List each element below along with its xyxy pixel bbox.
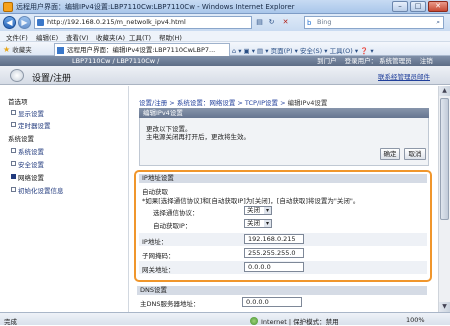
favorites-bar: ★ 收藏夹 远程用户界面：编辑IPv4设置:LBP7110CwLBP7... ⌂… bbox=[0, 42, 450, 56]
ip-address-row: IP地址： 192.168.0.215 bbox=[139, 233, 427, 246]
sidebar-section-system: 系统设置 bbox=[8, 135, 34, 143]
logout-link[interactable]: 注销 bbox=[420, 57, 433, 65]
sidebar-item-network[interactable]: 网络设置 bbox=[11, 172, 44, 182]
menu-help[interactable]: 帮助(H) bbox=[159, 32, 182, 42]
crumb-network[interactable]: 系统设置：网络设置 bbox=[177, 99, 236, 107]
subnet-row: 子网掩码： 255.255.255.0 bbox=[139, 247, 427, 260]
status-bar: 完成 Internet | 保护模式：禁用 100% bbox=[0, 312, 450, 326]
zoom-level[interactable]: 100% bbox=[406, 316, 425, 324]
crumb-separator: > bbox=[237, 99, 243, 107]
maximize-button[interactable]: □ bbox=[410, 1, 426, 12]
back-icon[interactable]: ◀ bbox=[3, 16, 16, 29]
close-button[interactable]: ✕ bbox=[428, 1, 448, 12]
globe-icon bbox=[250, 317, 258, 325]
autoip-row: 自动获取IP： 关闭 bbox=[139, 219, 427, 230]
stop-icon[interactable]: ✕ bbox=[280, 17, 291, 28]
compat-view-icon[interactable]: ▤ bbox=[254, 17, 265, 28]
settings-icon bbox=[10, 69, 24, 82]
ip-address-input[interactable]: 192.168.0.215 bbox=[244, 234, 304, 244]
sidebar-item-security[interactable]: 安全设置 bbox=[11, 159, 44, 169]
scroll-thumb[interactable] bbox=[440, 98, 449, 220]
sidebar-item-timer[interactable]: 定时器设置 bbox=[11, 120, 51, 130]
scroll-up-icon[interactable]: ▲ bbox=[439, 86, 450, 96]
crumb-current: 编辑IPv4设置 bbox=[287, 99, 328, 107]
gateway-label: 网关地址： bbox=[142, 266, 175, 274]
forward-icon[interactable]: ▶ bbox=[18, 16, 31, 29]
crumb-separator: > bbox=[280, 99, 286, 107]
url-text: http://192.168.0.215/m_netwolk_ipv4.html bbox=[47, 18, 186, 26]
dns-primary-row: 主DNS服务器地址： 0.0.0.0 bbox=[137, 296, 427, 308]
window-title: 远程用户界面：编辑IPv4设置:LBP7110Cw:LBP7110Cw - Wi… bbox=[16, 3, 295, 11]
subnet-label: 子网掩码： bbox=[142, 252, 175, 260]
breadcrumb: 设置/注册 > 系统设置：网络设置 > TCP/IP设置 > 编辑IPv4设置 bbox=[139, 97, 327, 107]
refresh-icon[interactable]: ↻ bbox=[266, 17, 277, 28]
menu-favorites[interactable]: 收藏夹(A) bbox=[96, 32, 125, 42]
browser-tab[interactable]: 远程用户界面：编辑IPv4设置:LBP7110CwLBP7... bbox=[54, 43, 230, 56]
sidebar-item-display[interactable]: 显示设置 bbox=[11, 108, 44, 118]
menu-view[interactable]: 查看(V) bbox=[66, 32, 89, 42]
admin-mail-link[interactable]: 联系经管理员邮件 bbox=[378, 71, 430, 81]
page-header: 设置/注册 联系经管理员邮件 bbox=[0, 66, 450, 85]
ip-section-header: IP地址设置 bbox=[139, 174, 427, 183]
menu-bar: 文件(F) 编辑(E) 查看(V) 收藏夹(A) 工具(T) 帮助(H) bbox=[0, 31, 450, 42]
sidebar: 首选项 显示设置 定时器设置 系统设置 系统设置 安全设置 网络设置 初始化设置… bbox=[0, 86, 129, 312]
vertical-scrollbar[interactable]: ▲ ▼ bbox=[438, 86, 450, 312]
login-user: 登录用户： 系统管理员 bbox=[344, 57, 412, 65]
device-bar: LBP7110Cw / LBP7110Cw / 到门户 登录用户： 系统管理员 … bbox=[0, 56, 450, 66]
note-row: *如果[选择通信协议]和[自动获取IP]为[关闭]，[自动获取]将设置为"关闭"… bbox=[139, 195, 427, 205]
scroll-down-icon[interactable]: ▼ bbox=[439, 302, 450, 312]
auto-row: 自动获取 bbox=[139, 186, 427, 196]
favorites-label: 收藏夹 bbox=[12, 46, 32, 54]
menu-edit[interactable]: 编辑(E) bbox=[36, 32, 58, 42]
title-bar: 远程用户界面：编辑IPv4设置:LBP7110Cw:LBP7110Cw - Wi… bbox=[0, 0, 450, 14]
sidebar-section-preferences: 首选项 bbox=[8, 98, 28, 106]
crumb-separator: > bbox=[169, 99, 175, 107]
protocol-label: 选择通信协议： bbox=[153, 209, 199, 217]
star-icon: ★ bbox=[3, 45, 11, 54]
minimize-button[interactable]: – bbox=[392, 1, 408, 12]
sidebar-item-init[interactable]: 初始化设置信息 bbox=[11, 185, 64, 195]
tab-favicon-icon bbox=[57, 47, 64, 54]
page-favicon-icon bbox=[37, 19, 44, 26]
command-bar[interactable]: ⌂ ▾ ▣ ▾ ▤ ▾ 页面(P) ▾ 安全(S) ▾ 工具(O) ▾ ❓ ▾ bbox=[232, 45, 374, 55]
search-icon[interactable]: ⌕ bbox=[436, 17, 440, 28]
page-content: LBP7110Cw / LBP7110Cw / 到门户 登录用户： 系统管理员 … bbox=[0, 56, 450, 312]
gateway-input[interactable]: 0.0.0.0 bbox=[244, 262, 304, 272]
dns-primary-input[interactable]: 0.0.0.0 bbox=[242, 297, 302, 307]
gateway-row: 网关地址： 0.0.0.0 bbox=[139, 261, 427, 274]
search-input[interactable]: b Bing ⌕ bbox=[304, 16, 444, 29]
device-name: LBP7110Cw / LBP7110Cw / bbox=[72, 57, 160, 65]
crumb-settings[interactable]: 设置/注册 bbox=[139, 99, 167, 107]
ok-button[interactable]: 确定 bbox=[380, 148, 400, 160]
bing-icon: b bbox=[307, 19, 312, 27]
subnet-input[interactable]: 255.255.255.0 bbox=[244, 248, 304, 258]
ip-address-settings: IP地址设置 自动获取 *如果[选择通信协议]和[自动获取IP]为[关闭]，[自… bbox=[134, 170, 432, 282]
login-info: 到门户 登录用户： 系统管理员 注销 bbox=[317, 56, 439, 66]
autoip-select[interactable]: 关闭 bbox=[244, 219, 272, 228]
search-placeholder: Bing bbox=[317, 18, 332, 26]
sidebar-item-system[interactable]: 系统设置 bbox=[11, 146, 44, 156]
restart-note: 主电源关闭再打开后，更改将生效。 bbox=[146, 133, 250, 141]
cancel-button[interactable]: 取消 bbox=[404, 148, 426, 160]
edit-section: 更改以下设置。 主电源关闭再打开后，更改将生效。 确定 取消 bbox=[139, 118, 429, 166]
tab-title: 远程用户界面：编辑IPv4设置:LBP7110CwLBP7... bbox=[67, 46, 216, 54]
dns-section-header: DNS设置 bbox=[137, 286, 427, 295]
address-bar: ◀ ▶ http://192.168.0.215/m_netwolk_ipv4.… bbox=[0, 14, 450, 31]
url-field[interactable]: http://192.168.0.215/m_netwolk_ipv4.html bbox=[34, 16, 252, 29]
favorites-button[interactable]: ★ 收藏夹 bbox=[3, 44, 32, 54]
autoip-label: 自动获取IP： bbox=[153, 222, 192, 230]
auto-note: *如果[选择通信协议]和[自动获取IP]为[关闭]，[自动获取]将设置为"关闭"… bbox=[142, 197, 360, 205]
edit-section-header: 编辑IPv4设置 bbox=[139, 108, 429, 118]
dns-primary-label: 主DNS服务器地址： bbox=[140, 300, 200, 308]
crumb-tcpip[interactable]: TCP/IP设置 bbox=[245, 99, 278, 107]
ip-address-label: IP地址： bbox=[142, 238, 168, 246]
protocol-select[interactable]: 关闭 bbox=[244, 206, 272, 215]
menu-tools[interactable]: 工具(T) bbox=[129, 32, 151, 42]
portal-link[interactable]: 到门户 bbox=[317, 57, 337, 65]
ie-app-icon bbox=[3, 2, 13, 12]
protocol-row: 选择通信协议： 关闭 bbox=[139, 206, 427, 217]
page-title: 设置/注册 bbox=[32, 74, 72, 84]
menu-file[interactable]: 文件(F) bbox=[6, 32, 28, 42]
